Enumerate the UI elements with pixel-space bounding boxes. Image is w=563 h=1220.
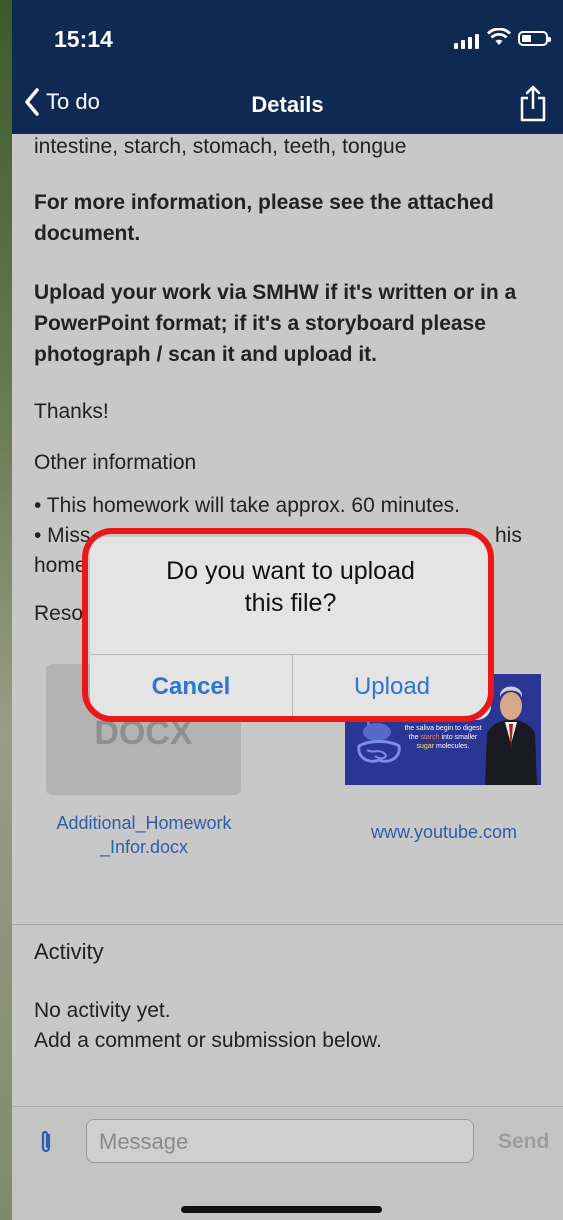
topics-text: intestine, starch, stomach, teeth, tongu…: [34, 135, 407, 158]
resources-heading: Reso: [34, 602, 84, 625]
list-item-partial-left: • Miss: [34, 524, 91, 547]
home-indicator[interactable]: [181, 1206, 382, 1213]
dialog-title: Do you want to upload this file?: [166, 557, 415, 617]
message-composer: Send: [12, 1106, 563, 1220]
paperclip-icon[interactable]: [38, 1129, 54, 1155]
activity-heading: Activity: [34, 939, 104, 964]
activity-empty-text: No activity yet. Add a comment or submis…: [34, 999, 382, 1052]
upload-instructions-text: Upload your work via SMHW if it's writte…: [34, 281, 517, 366]
attachment-name-line2: _Infor.docx: [99, 837, 189, 857]
attachment-link[interactable]: Additional_Homework _Infor.docx: [44, 811, 244, 859]
nav-bar: To do Details: [12, 78, 563, 134]
section-divider: [12, 924, 563, 925]
upload-confirm-dialog: Do you want to upload this file? Cancel …: [90, 537, 491, 720]
list-item: • This homework will take approx. 60 min…: [34, 494, 460, 517]
other-information-heading: Other information: [34, 451, 197, 474]
status-time: 15:14: [54, 26, 113, 52]
cellular-signal-icon: [454, 34, 479, 49]
message-input[interactable]: [97, 1128, 461, 1156]
status-bar: 15:14: [12, 0, 563, 78]
battery-icon: [518, 31, 551, 46]
list-item-partial-right: his: [495, 524, 522, 547]
video-link[interactable]: www.youtube.com: [344, 822, 544, 843]
share-icon[interactable]: [517, 84, 549, 124]
page-title: Details: [251, 92, 324, 117]
attachment-name-line1: Additional_Homework: [56, 813, 232, 833]
thanks-text: Thanks!: [34, 400, 109, 423]
video-caption: the saliva begin to digest the starch in…: [404, 725, 482, 750]
more-info-text: For more information, please see the att…: [34, 191, 494, 245]
message-field[interactable]: [86, 1119, 474, 1163]
upload-button[interactable]: Upload: [293, 654, 491, 720]
wifi-icon: [487, 28, 511, 45]
send-button[interactable]: Send: [498, 1130, 549, 1154]
cancel-button[interactable]: Cancel: [90, 654, 292, 720]
